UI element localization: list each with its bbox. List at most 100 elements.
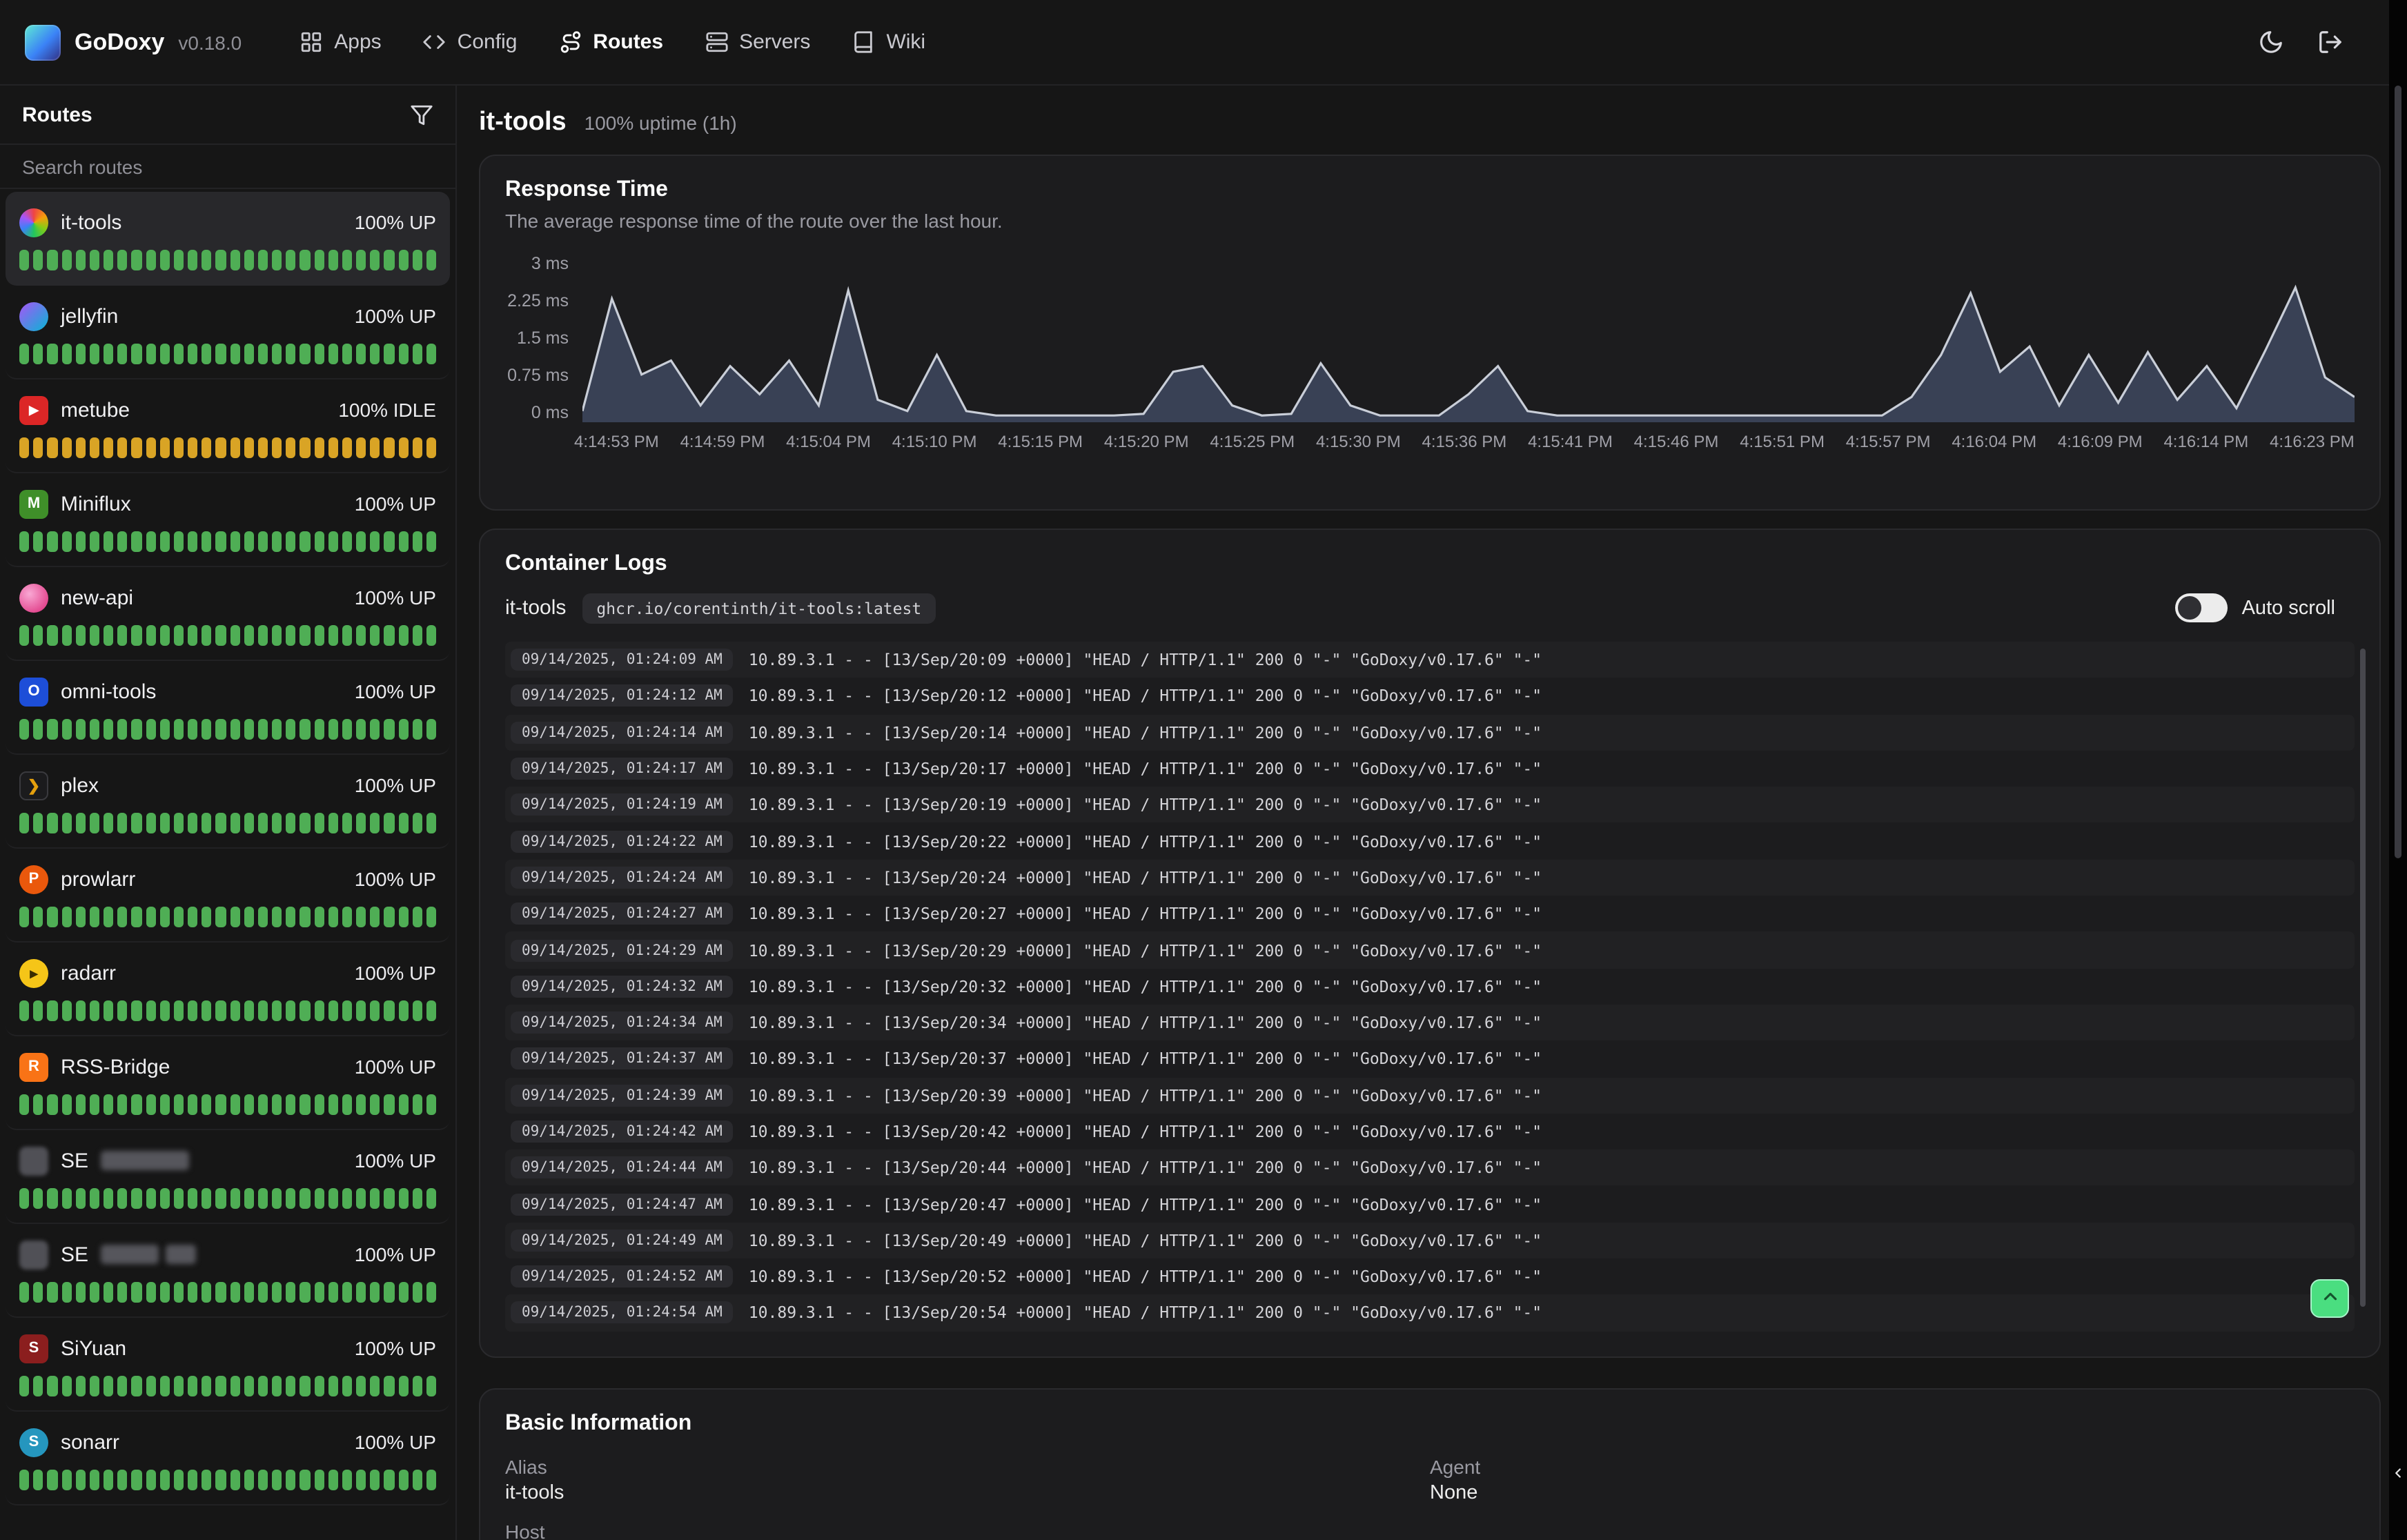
health-bar [384,1188,394,1209]
route-item-se[interactable]: SE 100% UP [6,1224,450,1318]
health-bar [90,625,99,646]
route-item-radarr[interactable]: ▸ radarr 100% UP [6,942,450,1036]
log-row: 09/14/2025, 01:24:09 AM 10.89.3.1 - - [1… [505,642,2355,678]
info-field-label: Agent [1430,1456,2355,1478]
nav-item-apps[interactable]: Apps [299,30,381,54]
health-bar [342,1094,352,1115]
health-bar [272,1282,282,1303]
health-bar [328,250,338,270]
window-scrollbar-thumb[interactable] [2395,86,2401,858]
log-timestamp: 09/14/2025, 01:24:14 AM [511,721,734,743]
health-bar [342,1000,352,1021]
health-bar [159,907,169,927]
health-bar [230,250,239,270]
basic-information-grid: Aliasit-toolsAgentNoneHost [505,1456,2355,1540]
route-name: jellyfin [61,304,118,328]
scroll-to-latest-button[interactable] [2310,1279,2349,1318]
sonarr-icon: S [19,1428,48,1457]
log-timestamp: 09/14/2025, 01:24:49 AM [511,1230,734,1252]
health-bar [398,531,408,552]
health-bar [33,250,43,270]
route-item-it-tools[interactable]: it-tools 100% UP [6,192,450,286]
health-bar [117,1376,127,1396]
health-bar [132,344,141,364]
health-bar [90,1000,99,1021]
health-bar [230,1094,239,1115]
route-item-omni-tools[interactable]: O omni-tools 100% UP [6,661,450,755]
health-bar [202,1094,211,1115]
route-status-badge: 100% UP [355,1149,436,1172]
route-item-plex[interactable]: ❯ plex 100% UP [6,755,450,849]
health-bar [90,250,99,270]
health-bar [230,1376,239,1396]
health-bar [19,1188,29,1209]
health-bar [61,1282,71,1303]
info-field-host: Host [505,1521,1430,1540]
health-bar [48,250,57,270]
health-bar [328,719,338,740]
log-message: 10.89.3.1 - - [13/Sep/20:27 +0000] "HEAD… [749,904,1542,923]
theme-toggle-button[interactable] [2258,29,2284,55]
route-name: Miniflux [61,492,131,515]
health-bar [117,1094,127,1115]
collapse-panel-button[interactable] [2389,1460,2407,1488]
log-timestamp: 09/14/2025, 01:24:42 AM [511,1121,734,1143]
nav-item-wiki[interactable]: Wiki [852,30,925,54]
logout-button[interactable] [2317,29,2344,55]
health-bar [413,907,422,927]
log-row: 09/14/2025, 01:24:14 AM 10.89.3.1 - - [1… [505,714,2355,751]
health-bar [117,1000,127,1021]
route-item-header: jellyfin 100% UP [19,301,436,331]
route-item-jellyfin[interactable]: jellyfin 100% UP [6,286,450,379]
health-bar [202,1376,211,1396]
health-bar [174,719,184,740]
route-item-header: R RSS-Bridge 100% UP [19,1052,436,1082]
health-bar [90,1282,99,1303]
nav-item-servers[interactable]: Servers [705,30,810,54]
route-item-metube[interactable]: ▶ metube 100% IDLE [6,379,450,473]
route-item-se[interactable]: SE 100% UP [6,1130,450,1224]
health-bar [48,1188,57,1209]
search-routes-input[interactable] [0,144,455,189]
health-bar [258,1094,268,1115]
health-bar [75,907,85,927]
logs-scrollbar[interactable] [2360,649,2366,1307]
health-bar [48,813,57,833]
route-item-prowlarr[interactable]: P prowlarr 100% UP [6,849,450,942]
health-bar [188,1376,197,1396]
filter-routes-button[interactable] [410,103,433,126]
health-bar [19,1094,29,1115]
route-status-badge: 100% UP [355,211,436,233]
health-bar [384,437,394,458]
route-item-new-api[interactable]: new-api 100% UP [6,567,450,661]
health-bar [426,813,436,833]
health-bar [398,907,408,927]
health-bar [384,531,394,552]
x-axis-tick: 4:14:53 PM [574,432,659,451]
route-item-miniflux[interactable]: M Miniflux 100% UP [6,473,450,567]
health-bar [75,1000,85,1021]
health-bar [75,531,85,552]
health-bar [300,250,310,270]
health-bar [33,1376,43,1396]
health-bar [371,1188,380,1209]
health-bar [371,437,380,458]
page-title: it-tools [479,108,567,138]
health-bar [146,250,155,270]
route-item-header: SE 100% UP [19,1239,436,1270]
nav-item-routes[interactable]: Routes [558,30,663,54]
route-item-rss-bridge[interactable]: R RSS-Bridge 100% UP [6,1036,450,1130]
health-bar [202,531,211,552]
route-status-badge: 100% UP [355,680,436,702]
health-bar [384,813,394,833]
nav-item-config[interactable]: Config [423,30,518,54]
health-bar [314,1094,324,1115]
route-item-sonarr[interactable]: S sonarr 100% UP [6,1412,450,1506]
log-message: 10.89.3.1 - - [13/Sep/20:49 +0000] "HEAD… [749,1231,1542,1250]
health-bar [413,344,422,364]
log-row: 09/14/2025, 01:24:32 AM 10.89.3.1 - - [1… [505,968,2355,1005]
route-item-siyuan[interactable]: S SiYuan 100% UP [6,1318,450,1412]
autoscroll-toggle[interactable] [2176,593,2228,622]
server-icon [705,30,728,54]
route-health-bars [19,437,436,458]
